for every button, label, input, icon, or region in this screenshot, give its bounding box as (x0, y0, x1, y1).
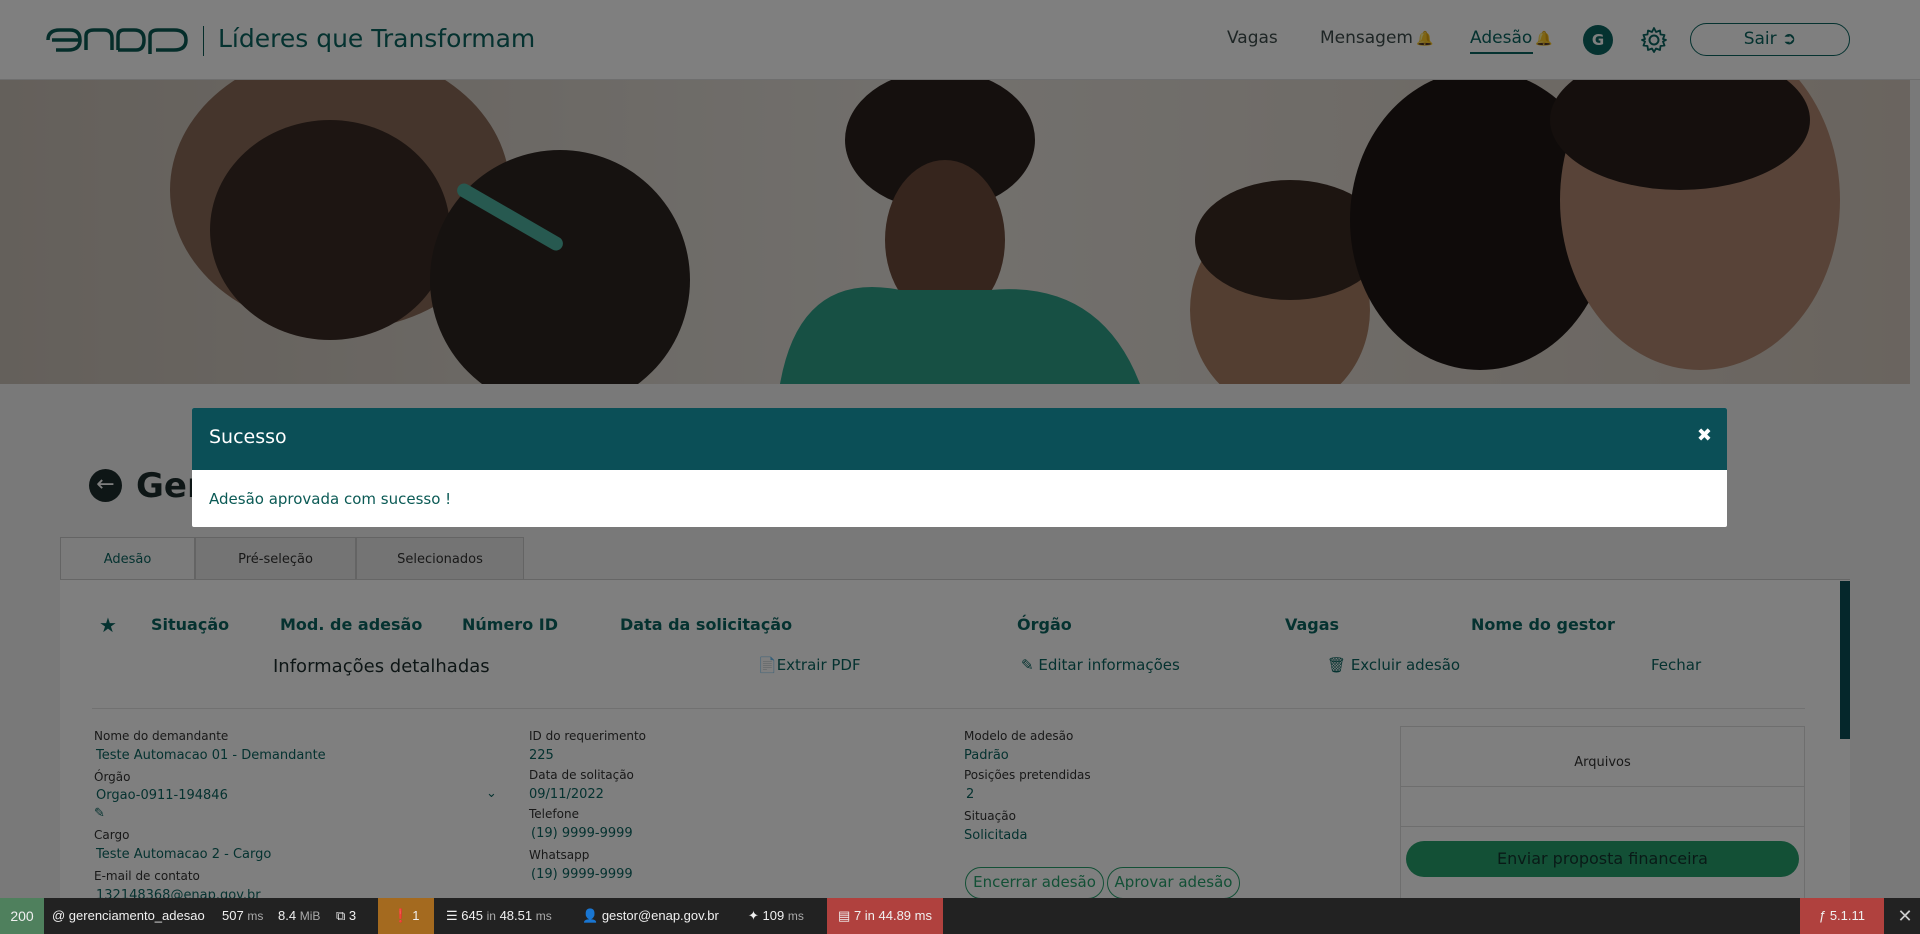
user-email: gestor@enap.gov.br (601, 908, 719, 923)
warnings-value: 1 (412, 908, 420, 923)
memory-value: 8.4 (278, 908, 297, 923)
database-icon: ☰ (446, 908, 458, 923)
version-value: 5.1.11 (1829, 908, 1866, 923)
route-name[interactable]: @ gerenciamento_adesao (52, 898, 205, 934)
symfony-version[interactable]: ƒ 5.1.11 (1800, 898, 1884, 934)
memory-usage[interactable]: 8.4 MiB (278, 898, 320, 934)
debug-toolbar: 200 @ gerenciamento_adesao 507 ms 8.4 Mi… (0, 898, 1920, 934)
cache-value: 7 in 44.89 ms (853, 908, 932, 923)
request-time-value: 507 (222, 908, 244, 923)
close-icon[interactable]: ✕ (1890, 898, 1920, 934)
close-icon[interactable]: ✖ (1697, 425, 1712, 446)
queries-count: 645 (461, 908, 483, 923)
queries-time: 48.51 (499, 908, 533, 923)
symfony-icon: ƒ (1818, 908, 1827, 923)
twig-icon: ✦ (748, 908, 759, 923)
warning-icon: ❗ (392, 908, 409, 923)
warnings-badge[interactable]: ❗ 1 (378, 898, 434, 934)
twig-time-unit: ms (787, 909, 804, 923)
modal-header: Sucesso ✖ (192, 408, 1727, 470)
form-icon: ⧉ (336, 908, 346, 923)
modal-message: Adesão aprovada com sucesso ! (209, 490, 452, 508)
memory-unit: MiB (299, 909, 321, 923)
modal-title: Sucesso (209, 426, 287, 448)
db-queries[interactable]: ☰ 645 in 48.51 ms (446, 898, 552, 934)
status-code-badge[interactable]: 200 (0, 898, 44, 934)
queries-in: in (486, 909, 496, 923)
forms-count[interactable]: ⧉ 3 (336, 898, 356, 934)
page: Líderes que Transformam Vagas Mensagem🔔 … (0, 0, 1920, 934)
logged-user[interactable]: 👤 gestor@enap.gov.br (582, 898, 719, 934)
queries-unit: ms (535, 909, 552, 923)
request-time-unit: ms (247, 909, 264, 923)
user-icon: 👤 (582, 908, 599, 923)
forms-value: 3 (348, 908, 357, 923)
twig-time[interactable]: ✦ 109 ms (748, 898, 804, 934)
request-time[interactable]: 507 ms (222, 898, 263, 934)
twig-time-value: 109 (762, 908, 785, 923)
server-icon: ▤ (838, 908, 851, 923)
success-modal: Sucesso ✖ Adesão aprovada com sucesso ! (192, 408, 1727, 527)
cache-badge[interactable]: ▤ 7 in 44.89 ms (827, 898, 943, 934)
